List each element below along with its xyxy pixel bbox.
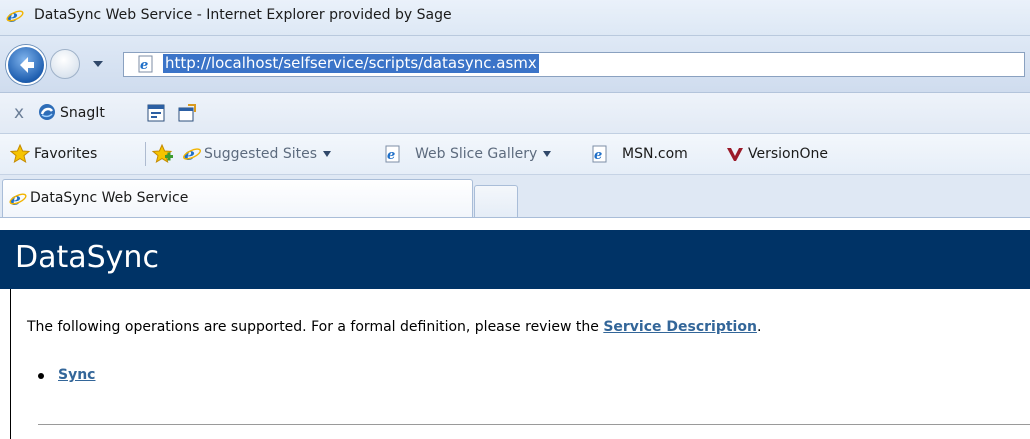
favorites-star-icon[interactable] <box>9 143 31 168</box>
suggested-sites-dropdown-icon[interactable] <box>323 151 332 157</box>
suggested-sites-link[interactable]: Suggested Sites <box>204 146 332 162</box>
left-border <box>10 289 11 439</box>
tab-datasync-web-service[interactable]: e DataSync Web Service <box>2 179 473 217</box>
operations-list: Sync <box>38 367 95 383</box>
suggested-sites-icon: e <box>182 144 202 168</box>
back-button[interactable] <box>6 45 46 85</box>
page-title: DataSync <box>15 240 159 275</box>
svg-text:e: e <box>387 148 395 163</box>
msn-icon: e <box>590 144 610 168</box>
url-text[interactable]: http://localhost/selfservice/scripts/dat… <box>163 54 539 73</box>
window-title: DataSync Web Service - Internet Explorer… <box>34 7 452 23</box>
title-bar: e DataSync Web Service - Internet Explor… <box>0 0 1030 36</box>
back-arrow-icon <box>20 57 34 73</box>
favorites-separator <box>145 142 146 166</box>
list-bullet <box>38 373 44 379</box>
add-to-favorites-icon[interactable] <box>151 143 174 168</box>
web-slice-gallery-link[interactable]: Web Slice Gallery <box>415 146 552 162</box>
command-toolbar: x SnagIt <box>0 93 1030 134</box>
address-bar[interactable]: e http://localhost/selfservice/scripts/d… <box>123 52 1025 77</box>
page-icon: e <box>137 55 155 73</box>
web-slice-gallery-icon: e <box>383 144 403 168</box>
versionone-icon <box>726 145 744 167</box>
svg-text:e: e <box>140 58 148 73</box>
history-dropdown-icon[interactable] <box>93 61 103 67</box>
new-tab-button[interactable] <box>474 185 518 217</box>
tab-bar: e DataSync Web Service <box>0 175 1030 218</box>
web-slice-gallery-dropdown-icon[interactable] <box>543 151 552 157</box>
divider <box>38 424 1030 425</box>
browser-window: e DataSync Web Service - Internet Explor… <box>0 0 1030 439</box>
snagit-button[interactable]: SnagIt <box>60 105 105 121</box>
close-toolbar-icon[interactable]: x <box>14 103 24 123</box>
page-header: DataSync <box>0 230 1030 289</box>
favorites-button[interactable]: Favorites <box>34 146 97 162</box>
versionone-link[interactable]: VersionOne <box>748 146 828 162</box>
navigation-bar: e http://localhost/selfservice/scripts/d… <box>0 36 1030 93</box>
forward-button[interactable] <box>50 49 80 79</box>
favorites-bar: Favorites e Suggested Sites e Web Slice … <box>0 134 1030 175</box>
tab-label: DataSync Web Service <box>30 190 189 206</box>
intro-sentence: The following operations are supported. … <box>27 319 599 335</box>
ie-logo-icon: e <box>6 7 24 29</box>
service-description-link[interactable]: Service Description <box>603 319 757 335</box>
intro-text: The following operations are supported. … <box>27 319 761 335</box>
tab-ie-icon: e <box>9 190 27 212</box>
operation-link-sync[interactable]: Sync <box>58 367 95 383</box>
msn-link[interactable]: MSN.com <box>622 146 688 162</box>
intro-period: . <box>756 319 762 335</box>
snagit-icon[interactable] <box>37 102 57 126</box>
svg-text:e: e <box>594 148 602 163</box>
capture-window-icon[interactable] <box>147 104 165 126</box>
page-content: DataSync The following operations are su… <box>0 218 1030 439</box>
capture-settings-icon[interactable] <box>177 103 197 127</box>
